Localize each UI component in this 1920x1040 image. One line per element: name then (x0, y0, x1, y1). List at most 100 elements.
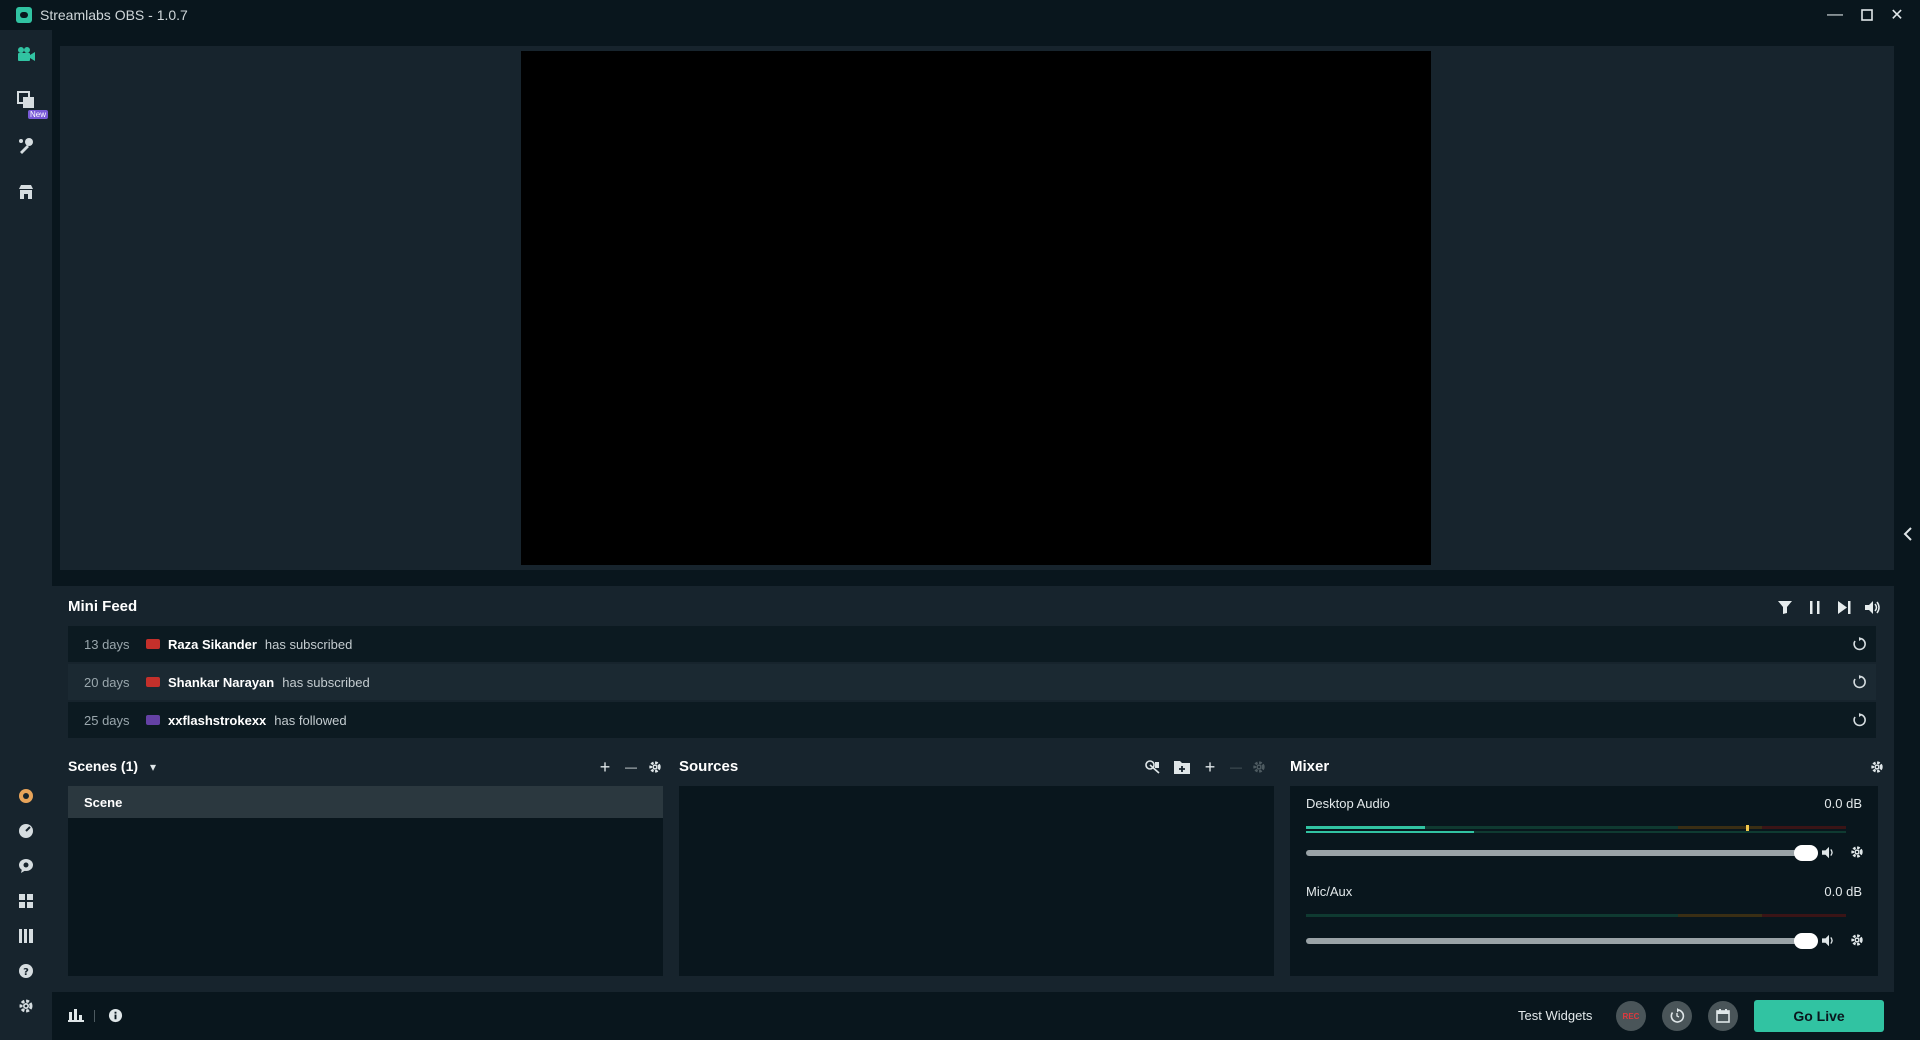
maximize-button[interactable] (1852, 0, 1882, 30)
audio-meter-peak-marker (1746, 825, 1749, 831)
audio-meter-yellow-zone (1678, 914, 1762, 917)
info-icon[interactable] (108, 1008, 123, 1028)
audio-meter-red-zone (1762, 826, 1846, 829)
volume-icon[interactable] (1864, 598, 1882, 616)
chevron-left-icon (1903, 527, 1912, 541)
scenes-list: Scene (68, 786, 663, 976)
mixer-channel-db: 0.0 dB (1824, 796, 1862, 811)
replay-buffer-button[interactable] (1662, 1001, 1692, 1031)
themes-icon[interactable] (14, 134, 38, 158)
schedule-stream-button[interactable] (1708, 1001, 1738, 1031)
add-scene-button[interactable]: + (596, 757, 614, 777)
feed-time: 13 days (84, 636, 130, 652)
mute-speaker-icon[interactable] (1822, 846, 1836, 864)
list-item: 20 days Shankar Narayan has subscribed (68, 664, 1876, 700)
volume-slider-knob[interactable] (1794, 845, 1818, 861)
mini-feed-title: Mini Feed (68, 598, 138, 615)
feed-time: 25 days (84, 712, 130, 728)
volume-slider-track[interactable] (1306, 850, 1806, 856)
scene-item[interactable]: Scene (68, 786, 663, 818)
settings-icon[interactable] (14, 994, 38, 1018)
add-source-button[interactable]: + (1201, 757, 1219, 777)
filter-icon[interactable] (1776, 598, 1794, 616)
help-icon[interactable]: ? (14, 959, 38, 983)
mixer-channel-name: Desktop Audio (1306, 796, 1390, 811)
app-store-icon[interactable] (14, 180, 38, 204)
feed-action: has followed (274, 712, 347, 728)
rec-label: REC (1622, 1011, 1640, 1021)
audio-meter-level (1306, 826, 1425, 829)
left-nav: New ? (0, 30, 52, 1040)
mixer-panel: Desktop Audio 0.0 dB Mic/Aux 0.0 dB (1290, 786, 1878, 976)
window-title: Streamlabs OBS - 1.0.7 (40, 7, 188, 23)
audio-meter-red-zone (1762, 914, 1846, 917)
dashboard-icon[interactable] (14, 819, 38, 843)
add-folder-icon[interactable] (1173, 758, 1191, 776)
channel-settings-icon[interactable] (1850, 845, 1864, 864)
skip-icon[interactable] (1835, 598, 1853, 616)
youtube-icon (146, 677, 160, 687)
studio-mode-icon[interactable] (14, 924, 38, 948)
footer-divider (94, 1010, 95, 1022)
mixer-channel-db: 0.0 dB (1824, 884, 1862, 899)
new-badge: New (28, 110, 49, 119)
mixer-channel-name: Mic/Aux (1306, 884, 1353, 899)
audio-meter-green-zone (1306, 914, 1678, 917)
go-live-button[interactable]: Go Live (1754, 1000, 1884, 1032)
collapse-right-panel-button[interactable] (1900, 524, 1916, 544)
feed-action: has subscribed (264, 636, 353, 652)
volume-slider-track[interactable] (1306, 938, 1806, 944)
prime-icon[interactable] (14, 784, 38, 808)
studio-camera-icon[interactable] (14, 42, 38, 66)
replay-icon[interactable] (1850, 635, 1868, 653)
source-settings-icon[interactable] (1250, 758, 1268, 776)
stream-preview-canvas[interactable] (521, 51, 1431, 565)
youtube-icon (146, 639, 160, 649)
footer-bar: Test Widgets REC Go Live (52, 992, 1920, 1040)
scene-collection-dropdown[interactable]: ▾ (144, 758, 162, 776)
sources-title: Sources (679, 758, 739, 775)
feed-time: 20 days (84, 674, 130, 690)
mixer-title: Mixer (1290, 758, 1330, 775)
close-button[interactable]: ✕ (1882, 0, 1912, 30)
feed-user: Raza Sikander (168, 636, 257, 652)
layouts-icon[interactable] (14, 889, 38, 913)
chat-icon[interactable] (14, 854, 38, 878)
maximize-icon (1861, 9, 1873, 21)
list-item: 13 days Raza Sikander has subscribed (68, 626, 1876, 662)
remove-source-button[interactable]: — (1227, 758, 1245, 776)
feed-user: xxflashstrokexx (168, 712, 267, 728)
layout-editor-icon[interactable] (14, 88, 38, 112)
record-button[interactable]: REC (1616, 1001, 1646, 1031)
pause-icon[interactable] (1806, 598, 1824, 616)
selective-recording-icon[interactable] (1144, 758, 1162, 776)
replay-buffer-icon (1670, 1008, 1685, 1023)
mini-feed-list: 13 days Raza Sikander has subscribed 20 … (68, 626, 1876, 738)
performance-stats-icon[interactable] (68, 1008, 84, 1027)
test-widgets-button[interactable]: Test Widgets (1518, 1008, 1592, 1023)
twitch-icon (146, 715, 160, 725)
list-item: 25 days xxflashstrokexx has followed (68, 702, 1876, 738)
app-window: Streamlabs OBS - 1.0.7 — ✕ New ? Mini Fe… (0, 0, 1920, 1040)
volume-slider-knob[interactable] (1794, 933, 1818, 949)
minimize-button[interactable]: — (1820, 0, 1850, 30)
replay-icon[interactable] (1850, 673, 1868, 691)
streamlabs-logo-icon (16, 7, 32, 23)
feed-user: Shankar Narayan (168, 674, 275, 690)
mute-speaker-icon[interactable] (1822, 934, 1836, 952)
replay-icon[interactable] (1850, 711, 1868, 729)
audio-meter-peak (1306, 831, 1474, 833)
preview-area (60, 46, 1894, 570)
channel-settings-icon[interactable] (1850, 933, 1864, 952)
scene-settings-icon[interactable] (646, 758, 664, 776)
scenes-title[interactable]: Scenes (1) (68, 758, 138, 774)
editor-panels: Scenes (1) ▾ + — Scene Sources + — Mixer (52, 746, 1894, 992)
audio-meter-yellow-zone (1678, 826, 1762, 829)
remove-scene-button[interactable]: — (622, 758, 640, 776)
feed-action: has subscribed (282, 674, 370, 690)
mini-feed-panel: Mini Feed 13 days Raza Sikander has subs… (52, 586, 1894, 746)
title-bar: Streamlabs OBS - 1.0.7 — ✕ (0, 0, 1920, 30)
calendar-icon (1716, 1009, 1730, 1023)
mixer-settings-icon[interactable] (1868, 758, 1886, 776)
sources-list (679, 786, 1274, 976)
